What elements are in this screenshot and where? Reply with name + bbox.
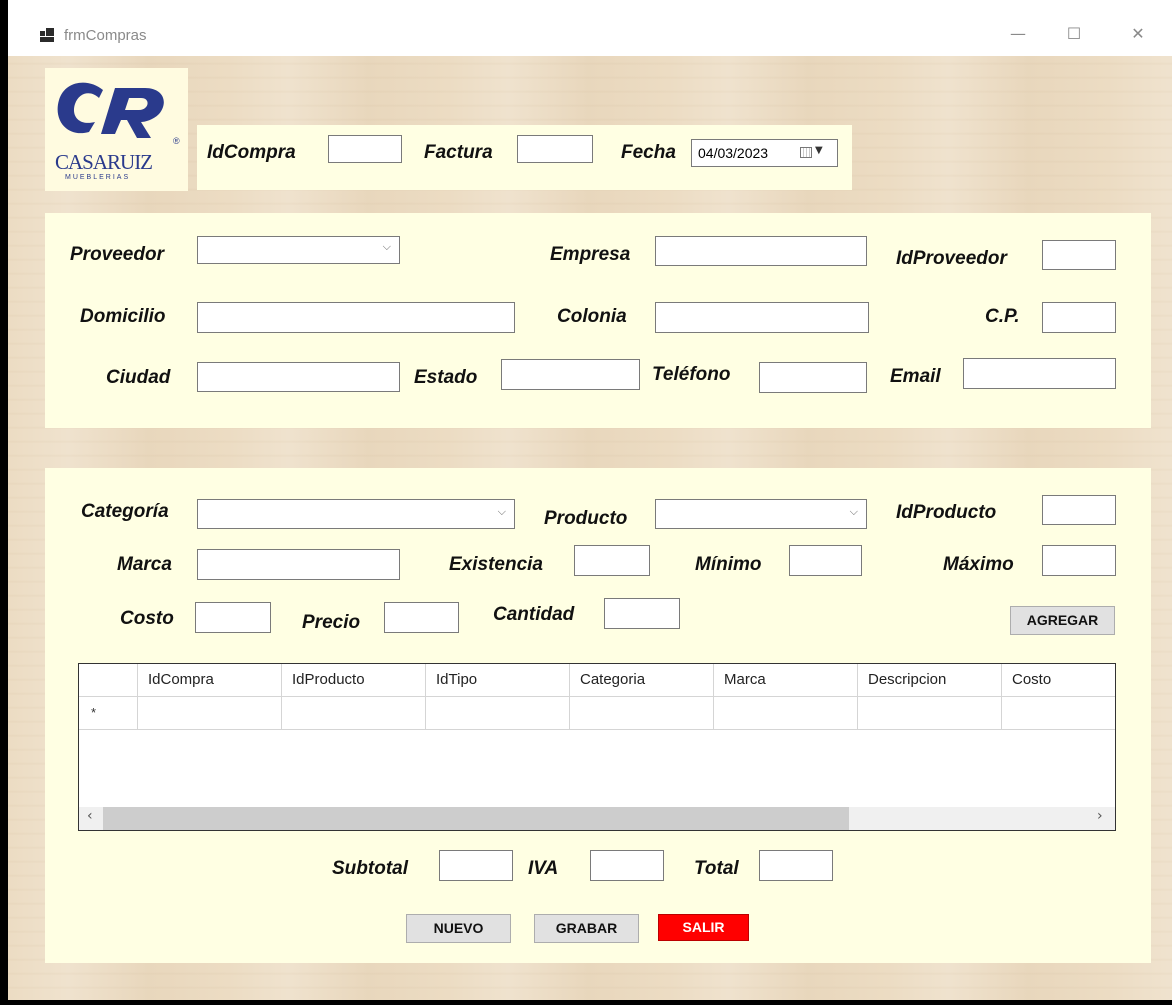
window-border-bottom bbox=[0, 1000, 1172, 1005]
grid-column-header[interactable]: Categoria bbox=[570, 664, 714, 696]
app-icon bbox=[40, 28, 54, 42]
domicilio-label: Domicilio bbox=[80, 306, 166, 327]
logo-brand-text: CASARUIZ bbox=[55, 150, 153, 174]
factura-label: Factura bbox=[424, 142, 493, 163]
marca-label: Marca bbox=[117, 554, 172, 575]
subtotal-label: Subtotal bbox=[332, 858, 408, 879]
fecha-value: 04/03/2023 bbox=[698, 145, 769, 161]
calendar-icon[interactable] bbox=[800, 147, 812, 158]
fecha-label: Fecha bbox=[621, 142, 676, 163]
grabar-button[interactable]: GRABAR bbox=[534, 914, 639, 943]
grid-cell[interactable] bbox=[1002, 696, 1115, 730]
close-button[interactable]: ✕ bbox=[1118, 20, 1158, 48]
chevron-down-icon: ⌵ bbox=[849, 505, 858, 518]
window-border-left bbox=[0, 0, 8, 1005]
email-label: Email bbox=[890, 366, 941, 387]
existencia-input[interactable] bbox=[574, 545, 650, 576]
precio-label: Precio bbox=[302, 612, 361, 633]
estado-label: Estado bbox=[414, 367, 478, 388]
cp-input[interactable] bbox=[1042, 302, 1116, 333]
agregar-button[interactable]: AGREGAR bbox=[1010, 606, 1115, 635]
grid-column-header[interactable]: IdTipo bbox=[426, 664, 570, 696]
factura-input[interactable] bbox=[517, 135, 593, 163]
grid-cell[interactable] bbox=[858, 696, 1002, 730]
fecha-date-picker[interactable]: 04/03/2023 ▼ bbox=[691, 139, 838, 167]
dropdown-arrow-icon[interactable]: ▼ bbox=[815, 145, 823, 156]
telefono-label: Teléfono bbox=[652, 364, 731, 385]
marca-input[interactable] bbox=[197, 549, 400, 580]
idproveedor-input[interactable] bbox=[1042, 240, 1116, 270]
ciudad-label: Ciudad bbox=[106, 367, 171, 388]
estado-input[interactable] bbox=[501, 359, 640, 390]
producto-label: Producto bbox=[544, 508, 628, 529]
maximo-label: Máximo bbox=[943, 554, 1014, 575]
ciudad-input[interactable] bbox=[197, 362, 400, 392]
precio-input[interactable] bbox=[384, 602, 459, 633]
logo-sub-text: MUEBLERIAS bbox=[65, 174, 131, 181]
subtotal-input[interactable] bbox=[439, 850, 513, 881]
grid-column-header[interactable]: Costo bbox=[1002, 664, 1115, 696]
minimo-label: Mínimo bbox=[695, 554, 762, 575]
salir-button[interactable]: SALIR bbox=[658, 914, 749, 941]
empresa-input[interactable] bbox=[655, 236, 867, 266]
idproducto-label: IdProducto bbox=[896, 502, 997, 523]
registered-mark: ® bbox=[173, 136, 180, 146]
idcompra-input[interactable] bbox=[328, 135, 402, 163]
window-title: frmCompras bbox=[64, 27, 147, 44]
chevron-down-icon: ⌵ bbox=[382, 240, 391, 253]
grid-cell[interactable] bbox=[570, 696, 714, 730]
detalle-data-grid[interactable]: IdCompra IdProducto IdTipo Categoria Mar… bbox=[78, 663, 1116, 831]
proveedor-combobox[interactable]: ⌵ bbox=[197, 236, 400, 264]
telefono-input[interactable] bbox=[759, 362, 867, 393]
chevron-down-icon: ⌵ bbox=[497, 505, 506, 518]
empresa-label: Empresa bbox=[550, 244, 631, 265]
maximize-button[interactable]: ☐ bbox=[1054, 20, 1094, 48]
grid-cell[interactable] bbox=[714, 696, 858, 730]
casaruiz-logo: ® CASARUIZ MUEBLERIAS bbox=[45, 68, 188, 191]
categoria-combobox[interactable]: ⌵ bbox=[197, 499, 515, 529]
iva-label: IVA bbox=[528, 858, 559, 879]
colonia-input[interactable] bbox=[655, 302, 869, 333]
scroll-left-icon[interactable]: ‹ bbox=[87, 808, 93, 824]
grid-column-header[interactable]: Descripcion bbox=[858, 664, 1002, 696]
minimo-input[interactable] bbox=[789, 545, 862, 576]
scrollbar-thumb[interactable] bbox=[103, 807, 849, 830]
grid-column-header[interactable]: IdCompra bbox=[138, 664, 282, 696]
grid-column-header[interactable]: IdProducto bbox=[282, 664, 426, 696]
idproducto-input[interactable] bbox=[1042, 495, 1116, 525]
grid-column-header[interactable]: Marca bbox=[714, 664, 858, 696]
scroll-right-icon[interactable]: › bbox=[1097, 808, 1103, 824]
grid-cell[interactable] bbox=[282, 696, 426, 730]
domicilio-input[interactable] bbox=[197, 302, 515, 333]
new-row-marker: * bbox=[91, 705, 97, 720]
title-bar[interactable]: frmCompras — ☐ ✕ bbox=[8, 0, 1172, 56]
costo-label: Costo bbox=[120, 608, 174, 629]
email-input[interactable] bbox=[963, 358, 1116, 389]
idproveedor-label: IdProveedor bbox=[896, 248, 1007, 269]
cantidad-input[interactable] bbox=[604, 598, 680, 629]
cantidad-label: Cantidad bbox=[493, 604, 575, 625]
horizontal-scrollbar[interactable]: ‹ › bbox=[79, 807, 1115, 830]
existencia-label: Existencia bbox=[449, 554, 543, 575]
total-input[interactable] bbox=[759, 850, 833, 881]
colonia-label: Colonia bbox=[557, 306, 627, 327]
proveedor-label: Proveedor bbox=[70, 244, 164, 265]
cp-label: C.P. bbox=[985, 306, 1020, 327]
minimize-button[interactable]: — bbox=[998, 20, 1038, 48]
grid-cell[interactable] bbox=[426, 696, 570, 730]
grid-row-header-corner bbox=[79, 664, 138, 696]
maximo-input[interactable] bbox=[1042, 545, 1116, 576]
iva-input[interactable] bbox=[590, 850, 664, 881]
producto-combobox[interactable]: ⌵ bbox=[655, 499, 867, 529]
total-label: Total bbox=[694, 858, 739, 879]
idcompra-label: IdCompra bbox=[207, 142, 296, 163]
nuevo-button[interactable]: NUEVO bbox=[406, 914, 511, 943]
costo-input[interactable] bbox=[195, 602, 271, 633]
grid-new-row-header[interactable]: * bbox=[79, 696, 138, 730]
grid-cell[interactable] bbox=[138, 696, 282, 730]
categoria-label: Categoría bbox=[81, 501, 169, 522]
